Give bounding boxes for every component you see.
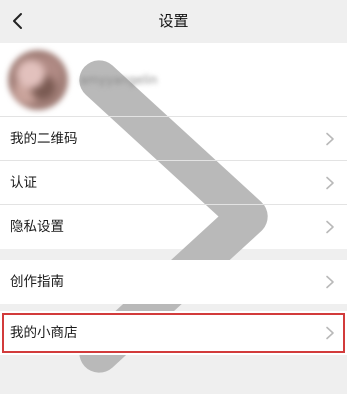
chevron-right-icon [326,275,334,289]
menu-item-label: 创作指南 [10,274,64,290]
page-title: 设置 [158,12,189,30]
chevron-right-icon [326,220,334,234]
chevron-right-icon [326,326,334,340]
profile-username: amyyangelin [80,73,158,87]
menu-item-my-qr-code[interactable]: 我的二维码 [0,117,347,161]
menu-item-my-shop[interactable]: 我的小商店 [0,311,347,355]
settings-group-creator: 创作指南 [0,260,347,304]
menu-item-verification[interactable]: 认证 [0,161,347,205]
chevron-right-icon [326,176,334,190]
avatar [8,50,68,110]
settings-group-account: amyyangelin 我的二维码 认证 隐私设置 [0,43,347,373]
menu-item-label: 隐私设置 [10,219,64,235]
chevron-right-icon [326,132,334,146]
menu-item-label: 我的小商店 [10,325,78,341]
menu-item-creator-guide[interactable]: 创作指南 [0,260,347,304]
menu-item-privacy-settings[interactable]: 隐私设置 [0,205,347,249]
settings-group-shop: 我的小商店 [0,311,347,355]
menu-item-label: 我的二维码 [10,131,78,147]
menu-item-label: 认证 [10,175,37,191]
profile-row[interactable]: amyyangelin [0,43,347,373]
top-navigation-bar: 设置 [0,0,347,42]
